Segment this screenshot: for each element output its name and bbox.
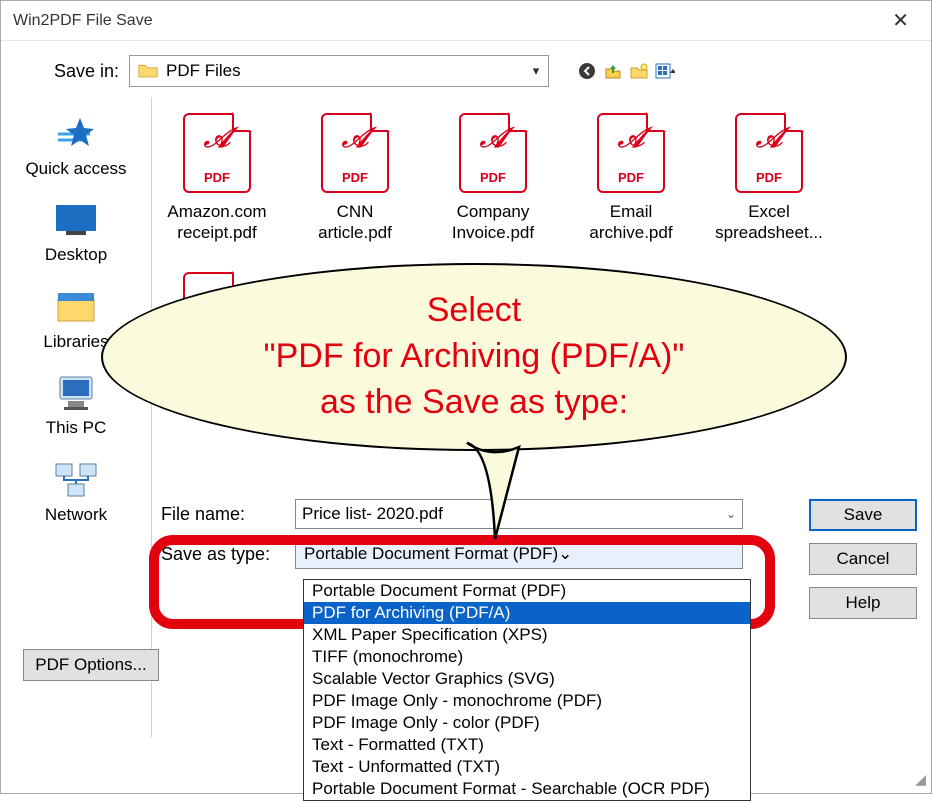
file-save-dialog: Win2PDF File Save ✕ Save in: PDF Files ▾… — [0, 0, 932, 794]
folder-icon — [138, 62, 158, 80]
sidebar-item-label: This PC — [11, 418, 141, 438]
filename-value: Price list- 2020.pdf — [302, 504, 726, 524]
file-name: Email archive.pdf — [576, 201, 686, 244]
saveastype-option[interactable]: Portable Document Format - Searchable (O… — [304, 778, 750, 800]
sidebar-item-label: Libraries — [11, 332, 141, 352]
chevron-down-icon[interactable]: ▾ — [524, 63, 548, 79]
saveastype-option[interactable]: PDF Image Only - monochrome (PDF) — [304, 690, 750, 712]
file-name: Amazon.com receipt.pdf — [162, 201, 272, 244]
sidebar-item-desktop[interactable]: Desktop — [11, 193, 141, 271]
quick-access-icon — [51, 113, 101, 155]
file-name: Excel spreadsheet... — [714, 201, 824, 244]
up-icon[interactable] — [603, 61, 623, 81]
file-item[interactable]: 𝒜PDF Company Invoice.pdf — [438, 113, 548, 244]
desktop-icon — [51, 199, 101, 241]
file-item[interactable]: 𝒜PDF Excel spreadsheet... — [714, 113, 824, 244]
file-item[interactable]: 𝒜PDF July 2020 Inventory.pdf — [162, 272, 272, 403]
network-icon — [51, 459, 101, 501]
resize-grip-icon[interactable]: ◢ — [915, 771, 926, 788]
saveastype-combo[interactable]: Portable Document Format (PDF) ⌄ — [295, 539, 743, 569]
this-pc-icon — [51, 372, 101, 414]
savein-label: Save in: — [29, 61, 119, 82]
saveastype-option[interactable]: Scalable Vector Graphics (SVG) — [304, 668, 750, 690]
saveastype-option[interactable]: Text - Unformatted (TXT) — [304, 756, 750, 778]
pdf-file-icon: 𝒜PDF — [459, 113, 527, 193]
saveastype-option[interactable]: TIFF (monochrome) — [304, 646, 750, 668]
saveastype-option[interactable]: PDF Image Only - color (PDF) — [304, 712, 750, 734]
filename-label: File name: — [161, 504, 281, 525]
help-button[interactable]: Help — [809, 587, 917, 619]
window-title: Win2PDF File Save — [13, 12, 153, 30]
file-name: Company Invoice.pdf — [438, 201, 548, 244]
saveastype-option[interactable]: Portable Document Format (PDF) — [304, 580, 750, 602]
chevron-down-icon[interactable]: ⌄ — [558, 544, 572, 564]
save-button[interactable]: Save — [809, 499, 917, 531]
saveastype-label: Save as type: — [161, 544, 281, 565]
pdf-file-icon: 𝒜PDF — [183, 272, 251, 352]
back-icon[interactable] — [577, 61, 597, 81]
titlebar: Win2PDF File Save ✕ — [1, 1, 931, 41]
file-item[interactable]: 𝒜PDF Amazon.com receipt.pdf — [162, 113, 272, 244]
saveastype-option[interactable]: Text - Formatted (TXT) — [304, 734, 750, 756]
filename-input[interactable]: Price list- 2020.pdf ⌄ — [295, 499, 743, 529]
pdf-file-icon: 𝒜PDF — [735, 113, 803, 193]
file-grid: 𝒜PDF Amazon.com receipt.pdf 𝒜PDF CNN articl… — [162, 113, 921, 402]
libraries-icon — [51, 286, 101, 328]
sidebar-item-quick-access[interactable]: Quick access — [11, 107, 141, 185]
saveastype-value: Portable Document Format (PDF) — [304, 544, 558, 564]
saveastype-option[interactable]: PDF for Archiving (PDF/A) — [304, 602, 750, 624]
pdf-file-icon: 𝒜PDF — [597, 113, 665, 193]
cancel-button[interactable]: Cancel — [809, 543, 917, 575]
action-buttons: Save Cancel Help — [809, 499, 917, 619]
view-menu-icon[interactable] — [655, 61, 675, 81]
savein-row: Save in: PDF Files ▾ — [1, 41, 931, 97]
pdf-options-area: PDF Options... — [23, 649, 159, 681]
sidebar-item-label: Desktop — [11, 245, 141, 265]
pdf-options-button[interactable]: PDF Options... — [23, 649, 159, 681]
file-name: CNN article.pdf — [300, 201, 410, 244]
pdf-file-icon: 𝒜PDF — [321, 113, 389, 193]
sidebar-item-this-pc[interactable]: This PC — [11, 366, 141, 444]
sidebar-item-label: Quick access — [11, 159, 141, 179]
pdf-file-icon: 𝒜PDF — [183, 113, 251, 193]
savein-value: PDF Files — [166, 61, 524, 81]
sidebar-item-libraries[interactable]: Libraries — [11, 280, 141, 358]
file-item[interactable]: 𝒜PDF CNN article.pdf — [300, 113, 410, 244]
new-folder-icon[interactable] — [629, 61, 649, 81]
savein-combo[interactable]: PDF Files ▾ — [129, 55, 549, 87]
file-name: July 2020 Inventory.pdf — [162, 360, 272, 403]
saveastype-dropdown[interactable]: Portable Document Format (PDF)PDF for Ar… — [303, 579, 751, 801]
chevron-down-icon[interactable]: ⌄ — [726, 507, 736, 521]
folder-toolbar — [577, 61, 675, 81]
saveastype-option[interactable]: XML Paper Specification (XPS) — [304, 624, 750, 646]
close-icon[interactable]: ✕ — [882, 2, 919, 39]
file-item[interactable]: 𝒜PDF Email archive.pdf — [576, 113, 686, 244]
